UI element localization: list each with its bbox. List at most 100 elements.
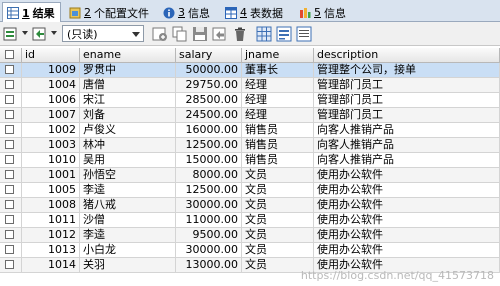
cell-jname[interactable]: 文员 — [242, 213, 314, 228]
cell-salary[interactable]: 29750.00 — [176, 78, 242, 93]
cell-id[interactable]: 1007 — [22, 108, 80, 123]
cell-salary[interactable]: 13000.00 — [176, 258, 242, 273]
cell-salary[interactable]: 12500.00 — [176, 183, 242, 198]
cell-salary[interactable]: 16000.00 — [176, 123, 242, 138]
cell-description[interactable]: 向客人推销产品 — [314, 123, 500, 138]
row-checkbox[interactable] — [5, 185, 14, 194]
cell-ename[interactable]: 卢俊义 — [80, 123, 176, 138]
cell-description[interactable]: 使用办公软件 — [314, 228, 500, 243]
insert-row-button[interactable] — [152, 26, 168, 42]
row-checkbox[interactable] — [5, 65, 14, 74]
cell-jname[interactable]: 经理 — [242, 78, 314, 93]
row-selector[interactable] — [0, 183, 22, 198]
cell-salary[interactable]: 12500.00 — [176, 138, 242, 153]
cell-salary[interactable]: 28500.00 — [176, 93, 242, 108]
column-header-id[interactable]: id — [22, 48, 80, 63]
cell-jname[interactable]: 文员 — [242, 228, 314, 243]
cell-id[interactable]: 1011 — [22, 213, 80, 228]
cell-description[interactable]: 向客人推销产品 — [314, 153, 500, 168]
cell-jname[interactable]: 文员 — [242, 243, 314, 258]
cell-id[interactable]: 1013 — [22, 243, 80, 258]
row-selector[interactable] — [0, 93, 22, 108]
row-checkbox[interactable] — [5, 260, 14, 269]
grid-view-button[interactable] — [256, 26, 272, 42]
cell-jname[interactable]: 经理 — [242, 93, 314, 108]
row-selector[interactable] — [0, 153, 22, 168]
table-row[interactable]: 1007 刘备 24500.00 经理 管理部门员工 — [0, 108, 500, 123]
cell-id[interactable]: 1009 — [22, 63, 80, 78]
cell-id[interactable]: 1002 — [22, 123, 80, 138]
row-checkbox[interactable] — [5, 95, 14, 104]
cell-description[interactable]: 管理部门员工 — [314, 108, 500, 123]
cell-ename[interactable]: 孙悟空 — [80, 168, 176, 183]
cell-id[interactable]: 1008 — [22, 198, 80, 213]
cell-id[interactable]: 1006 — [22, 93, 80, 108]
cell-id[interactable]: 1005 — [22, 183, 80, 198]
cell-id[interactable]: 1004 — [22, 78, 80, 93]
row-selector[interactable] — [0, 228, 22, 243]
cell-description[interactable]: 使用办公软件 — [314, 168, 500, 183]
cell-ename[interactable]: 猪八戒 — [80, 198, 176, 213]
save-button[interactable] — [192, 26, 208, 42]
cell-salary[interactable]: 30000.00 — [176, 243, 242, 258]
row-checkbox[interactable] — [5, 110, 14, 119]
cell-description[interactable]: 管理部门员工 — [314, 78, 500, 93]
row-selector[interactable] — [0, 78, 22, 93]
text-view-button[interactable] — [296, 26, 312, 42]
cell-description[interactable]: 向客人推销产品 — [314, 138, 500, 153]
cell-salary[interactable]: 50000.00 — [176, 63, 242, 78]
row-selector[interactable] — [0, 198, 22, 213]
cell-jname[interactable]: 经理 — [242, 108, 314, 123]
cell-id[interactable]: 1003 — [22, 138, 80, 153]
delete-button[interactable] — [232, 26, 248, 42]
tab-info[interactable]: 3 信息 — [158, 2, 216, 22]
cell-id[interactable]: 1012 — [22, 228, 80, 243]
row-selector[interactable] — [0, 243, 22, 258]
column-header-description[interactable]: description — [314, 48, 500, 63]
select-all-checkbox[interactable] — [5, 50, 14, 59]
cell-description[interactable]: 使用办公软件 — [314, 213, 500, 228]
row-checkbox[interactable] — [5, 200, 14, 209]
column-header-ename[interactable]: ename — [80, 48, 176, 63]
tab-profiles[interactable]: 2 个配置文件 — [64, 2, 155, 22]
cell-id[interactable]: 1010 — [22, 153, 80, 168]
export-button[interactable] — [3, 26, 29, 42]
cell-ename[interactable]: 李逵 — [80, 228, 176, 243]
row-selector[interactable] — [0, 213, 22, 228]
cell-description[interactable]: 管理整个公司，接单 — [314, 63, 500, 78]
cell-ename[interactable]: 小白龙 — [80, 243, 176, 258]
row-selector[interactable] — [0, 138, 22, 153]
cell-id[interactable]: 1001 — [22, 168, 80, 183]
table-row[interactable]: 1013 小白龙 30000.00 文员 使用办公软件 — [0, 243, 500, 258]
cell-ename[interactable]: 罗贯中 — [80, 63, 176, 78]
table-row[interactable]: 1001 孙悟空 8000.00 文员 使用办公软件 — [0, 168, 500, 183]
cell-jname[interactable]: 文员 — [242, 183, 314, 198]
cell-description[interactable]: 使用办公软件 — [314, 243, 500, 258]
cell-salary[interactable]: 9500.00 — [176, 228, 242, 243]
table-row[interactable]: 1012 李逵 9500.00 文员 使用办公软件 — [0, 228, 500, 243]
cell-ename[interactable]: 刘备 — [80, 108, 176, 123]
row-checkbox[interactable] — [5, 140, 14, 149]
tab-table-data[interactable]: 4 表数据 — [220, 2, 289, 22]
cell-ename[interactable]: 唐僧 — [80, 78, 176, 93]
row-checkbox[interactable] — [5, 245, 14, 254]
cell-salary[interactable]: 11000.00 — [176, 213, 242, 228]
cell-salary[interactable]: 8000.00 — [176, 168, 242, 183]
select-all-header[interactable] — [0, 48, 22, 63]
row-selector[interactable] — [0, 108, 22, 123]
table-row[interactable]: 1010 吴用 15000.00 销售员 向客人推销产品 — [0, 153, 500, 168]
cell-jname[interactable]: 销售员 — [242, 123, 314, 138]
cell-description[interactable]: 使用办公软件 — [314, 183, 500, 198]
table-row[interactable]: 1006 宋江 28500.00 经理 管理部门员工 — [0, 93, 500, 108]
row-checkbox[interactable] — [5, 80, 14, 89]
cell-jname[interactable]: 销售员 — [242, 153, 314, 168]
cell-description[interactable]: 管理部门员工 — [314, 93, 500, 108]
row-selector[interactable] — [0, 258, 22, 273]
readonly-mode-select[interactable]: (只读) — [62, 25, 144, 42]
cell-ename[interactable]: 林冲 — [80, 138, 176, 153]
form-view-button[interactable] — [276, 26, 292, 42]
cell-jname[interactable]: 文员 — [242, 198, 314, 213]
cell-salary[interactable]: 30000.00 — [176, 198, 242, 213]
table-row[interactable]: 1002 卢俊义 16000.00 销售员 向客人推销产品 — [0, 123, 500, 138]
cell-ename[interactable]: 李逵 — [80, 183, 176, 198]
